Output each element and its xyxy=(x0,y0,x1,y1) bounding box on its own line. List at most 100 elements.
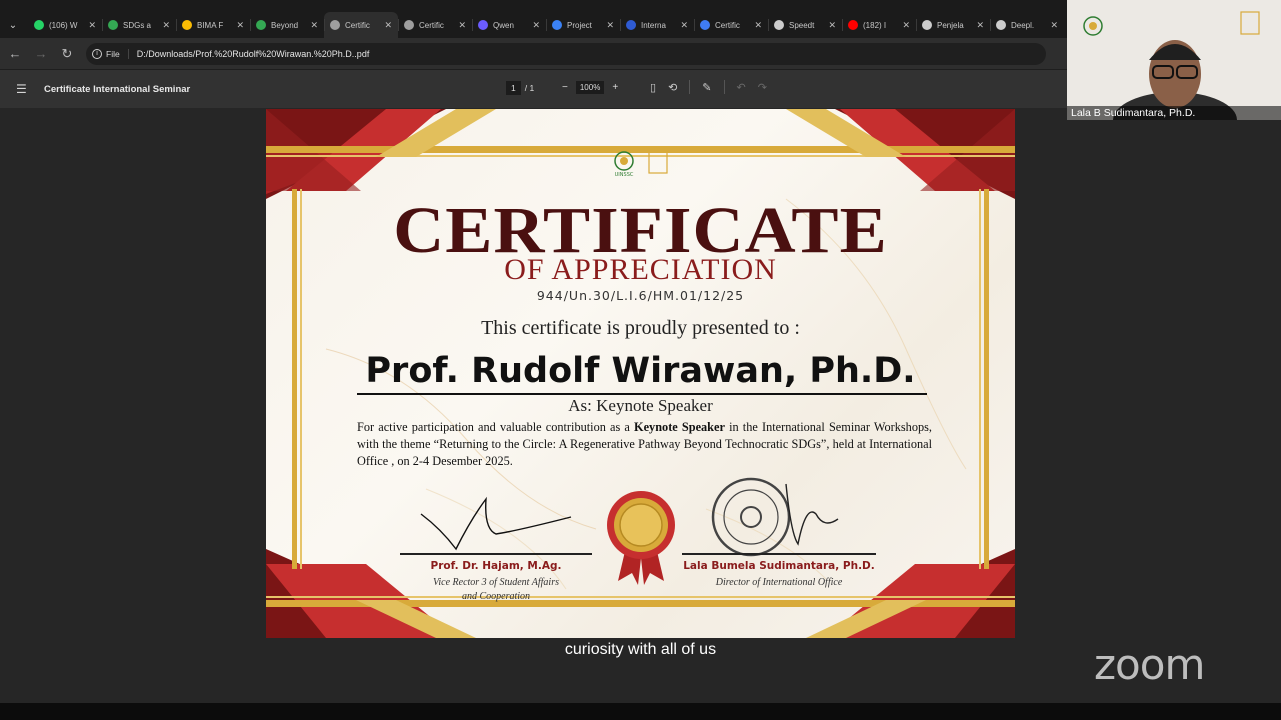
tab-label: Beyond xyxy=(271,20,299,30)
screen: ⌄ (106) W ✕ SDGs a ✕ BIMA F ✕ Beyond ✕ Certific ✕… xyxy=(0,0,1281,720)
tab-close-icon[interactable]: ✕ xyxy=(680,20,688,31)
page-input[interactable]: 1 xyxy=(506,81,521,95)
zoom-input[interactable]: 100% xyxy=(575,81,605,94)
tab-label: Certific xyxy=(715,20,740,30)
tab-favicon-icon xyxy=(922,20,932,30)
browser-tab[interactable]: Certific ✕ xyxy=(694,12,768,38)
url-input[interactable]: i File D:/Downloads/Prof.%20Rudolf%20Wir… xyxy=(86,42,1046,65)
tab-label: SDGs a xyxy=(123,20,152,30)
tab-label: Certific xyxy=(419,20,444,30)
browser-tab[interactable]: SDGs a ✕ xyxy=(102,12,176,38)
presented-text: This certificate is proudly presented to… xyxy=(481,317,800,339)
reload-icon[interactable]: ↻ xyxy=(56,43,78,65)
redo-icon[interactable]: ↷ xyxy=(758,81,767,94)
browser-tab[interactable]: Penjela ✕ xyxy=(916,12,990,38)
page-control: 1 / 1 xyxy=(506,81,534,95)
forward-icon[interactable]: → xyxy=(30,43,52,65)
browser-tab[interactable]: Certific ✕ xyxy=(324,12,398,38)
tab-close-icon[interactable]: ✕ xyxy=(88,20,96,31)
certificate-number: 944/Un.30/L.I.6/HM.01/12/25 xyxy=(536,288,745,303)
undo-icon[interactable]: ↶ xyxy=(737,81,746,94)
tab-close-icon[interactable]: ✕ xyxy=(1050,20,1058,31)
certificate-body: For active participation and valuable co… xyxy=(357,419,932,470)
signer-2-name: Lala Bumela Sudimantara, Ph.D. xyxy=(683,560,875,572)
participant-video[interactable] xyxy=(1067,0,1281,120)
zoom-logo: zoom xyxy=(1094,640,1205,689)
browser-tab[interactable]: Speedt ✕ xyxy=(768,12,842,38)
tab-favicon-icon xyxy=(404,20,414,30)
fit-page-icon[interactable]: ▯ xyxy=(650,81,656,94)
tab-favicon-icon xyxy=(478,20,488,30)
annotate-icon[interactable]: ✎ xyxy=(702,81,711,94)
browser-tab[interactable]: BIMA F ✕ xyxy=(176,12,250,38)
site-info-chip[interactable]: i File xyxy=(92,48,129,59)
tab-bar: ⌄ (106) W ✕ SDGs a ✕ BIMA F ✕ Beyond ✕ Certific ✕… xyxy=(0,12,1067,38)
address-bar: ← → ↻ i File D:/Downloads/Prof.%20Rudolf… xyxy=(0,38,1067,69)
signer-1-role-line1: Vice Rector 3 of Student Affairs xyxy=(433,577,559,588)
body-text-start: For active participation and valuable co… xyxy=(357,420,635,434)
signer-2-role: Director of International Office xyxy=(715,577,843,588)
body-text-bold: Keynote Speaker xyxy=(634,420,725,434)
tab-favicon-icon xyxy=(552,20,562,30)
browser-tab[interactable]: Qwen ✕ xyxy=(472,12,546,38)
browser-tab[interactable]: Beyond ✕ xyxy=(250,12,324,38)
tab-favicon-icon xyxy=(330,20,340,30)
file-chip-label: File xyxy=(106,48,120,59)
menu-icon[interactable]: ☰ xyxy=(16,82,30,96)
tab-label: Deepl. xyxy=(1011,20,1035,30)
back-icon[interactable]: ← xyxy=(4,43,26,65)
browser-tab[interactable]: Deepl. ✕ xyxy=(990,12,1064,38)
tab-close-icon[interactable]: ✕ xyxy=(384,20,392,31)
browser-tab[interactable]: Interna ✕ xyxy=(620,12,694,38)
certificate-subtitle: OF APPRECIATION xyxy=(504,253,777,286)
bottom-bar xyxy=(0,703,1281,720)
tab-close-icon[interactable]: ✕ xyxy=(606,20,614,31)
tab-label: (182) I xyxy=(863,20,887,30)
tab-favicon-icon xyxy=(700,20,710,30)
video-feed xyxy=(1067,0,1281,120)
browser-tab[interactable]: Certific ✕ xyxy=(398,12,472,38)
page-total: 1 xyxy=(529,83,535,93)
zoom-out-icon[interactable]: − xyxy=(562,82,568,93)
browser-tab[interactable]: (182) I ✕ xyxy=(842,12,916,38)
tab-list: (106) W ✕ SDGs a ✕ BIMA F ✕ Beyond ✕ Certific ✕ Ce… xyxy=(28,12,1064,38)
zoom-in-icon[interactable]: + xyxy=(612,82,618,93)
signer-1-role-line2: and Cooperation xyxy=(461,591,531,602)
pdf-toolbar: ☰ Certificate International Seminar 1 / … xyxy=(0,70,1067,108)
title-strip xyxy=(0,0,1067,12)
tab-label: Penjela xyxy=(937,20,964,30)
tab-close-icon[interactable]: ✕ xyxy=(976,20,984,31)
signature-line-2 xyxy=(682,553,876,555)
tab-close-icon[interactable]: ✕ xyxy=(754,20,762,31)
tab-favicon-icon xyxy=(182,20,192,30)
rotate-icon[interactable]: ⟲ xyxy=(668,81,677,94)
document-title: Certificate International Seminar xyxy=(44,83,191,95)
tab-search-icon[interactable]: ⌄ xyxy=(4,16,22,34)
zoom-control: − 100% + xyxy=(562,81,618,94)
tab-close-icon[interactable]: ✕ xyxy=(236,20,244,31)
name-underline xyxy=(357,393,927,395)
tab-label: Certific xyxy=(345,20,370,30)
recipient-name: Prof. Rudolf Wirawan, Ph.D. xyxy=(365,351,916,391)
toolbar-divider xyxy=(689,80,691,94)
signer-1-name: Prof. Dr. Hajam, M.Ag. xyxy=(430,560,562,572)
tab-label: Interna xyxy=(641,20,666,30)
signature-line-1 xyxy=(400,553,592,555)
tab-close-icon[interactable]: ✕ xyxy=(828,20,836,31)
tab-favicon-icon xyxy=(626,20,636,30)
browser-tab[interactable]: (106) W ✕ xyxy=(28,12,102,38)
toolbar-divider xyxy=(723,80,725,94)
tab-close-icon[interactable]: ✕ xyxy=(532,20,540,31)
browser-tab[interactable]: Project ✕ xyxy=(546,12,620,38)
tab-label: Project xyxy=(567,20,592,30)
tab-label: Speedt xyxy=(789,20,815,30)
tab-favicon-icon xyxy=(774,20,784,30)
live-caption: curiosity with all of us xyxy=(564,641,717,658)
tab-close-icon[interactable]: ✕ xyxy=(162,20,170,31)
url-text: D:/Downloads/Prof.%20Rudolf%20Wirawan.%2… xyxy=(136,48,370,59)
logo-text: UINSSC xyxy=(614,172,634,178)
tab-close-icon[interactable]: ✕ xyxy=(902,20,910,31)
tab-close-icon[interactable]: ✕ xyxy=(458,20,466,31)
tab-close-icon[interactable]: ✕ xyxy=(310,20,318,31)
tab-label: Qwen xyxy=(493,20,514,30)
